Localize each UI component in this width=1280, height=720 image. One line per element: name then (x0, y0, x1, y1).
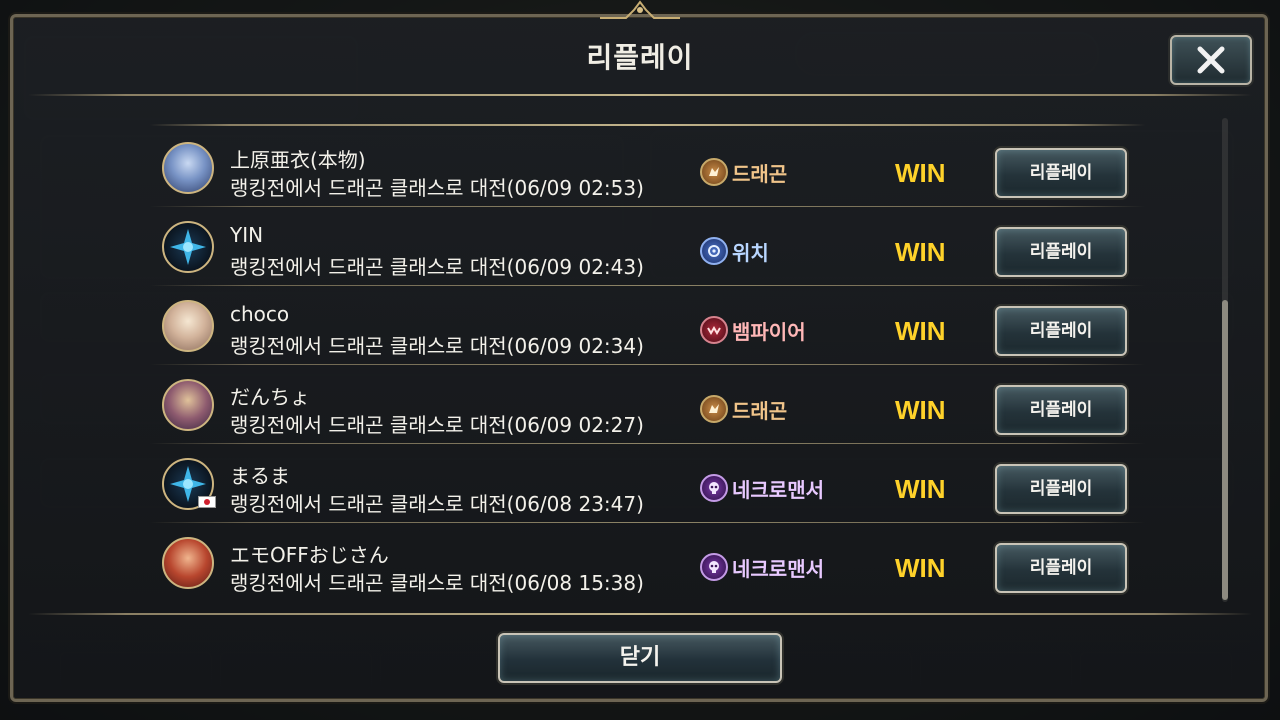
necromancer-class-icon (700, 474, 728, 502)
player-avatar (162, 537, 214, 589)
replay-row: choco 랭킹전에서 드래곤 클래스로 대전(06/09 02:34) 뱀파이… (150, 286, 1145, 365)
opponent-class: 네크로맨서 (700, 474, 824, 502)
class-label: 드래곤 (732, 398, 788, 423)
match-result: WIN (895, 474, 946, 504)
opponent-class: 네크로맨서 (700, 553, 824, 581)
replay-row: だんちょ 랭킹전에서 드래곤 클래스로 대전(06/09 02:27) 드래곤 … (150, 365, 1145, 444)
replay-row: まるま 랭킹전에서 드래곤 클래스로 대전(06/08 23:47) 네크로맨서… (150, 444, 1145, 523)
list-bottom-divider (28, 613, 1252, 615)
replay-button[interactable]: 리플레이 (995, 543, 1127, 593)
replay-list: 上原亜衣(本物) 랭킹전에서 드래곤 클래스로 대전(06/09 02:53) … (150, 120, 1145, 602)
close-x-icon (1197, 46, 1225, 74)
player-avatar (162, 142, 214, 194)
match-description: 랭킹전에서 드래곤 클래스로 대전(06/09 02:43) (230, 255, 644, 279)
replay-button[interactable]: 리플레이 (995, 306, 1127, 356)
match-result: WIN (895, 158, 946, 188)
japan-flag-icon (198, 496, 216, 508)
replay-row: YIN 랭킹전에서 드래곤 클래스로 대전(06/09 02:43) 위치 WI… (150, 207, 1145, 286)
opponent-class: 드래곤 (700, 158, 787, 186)
class-label: 뱀파이어 (732, 319, 806, 344)
player-avatar (162, 221, 214, 273)
class-label: 네크로맨서 (732, 477, 824, 502)
replay-row: エモOFFおじさん 랭킹전에서 드래곤 클래스로 대전(06/08 15:38)… (150, 523, 1145, 602)
close-button[interactable] (1170, 35, 1252, 85)
replay-button[interactable]: 리플레이 (995, 148, 1127, 198)
scrollbar-thumb[interactable] (1222, 300, 1228, 600)
match-result: WIN (895, 316, 946, 346)
witch-class-icon (700, 237, 728, 265)
opponent-class: 드래곤 (700, 395, 787, 423)
list-scrollbar[interactable] (1222, 118, 1228, 602)
player-name: choco (230, 302, 290, 326)
replay-button[interactable]: 리플레이 (995, 464, 1127, 514)
vampire-class-icon (700, 316, 728, 344)
match-description: 랭킹전에서 드래곤 클래스로 대전(06/09 02:27) (230, 413, 644, 437)
player-name: エモOFFおじさん (230, 543, 389, 567)
player-name: まるま (230, 464, 290, 488)
title-divider (28, 94, 1252, 96)
dragon-class-icon (700, 395, 728, 423)
match-description: 랭킹전에서 드래곤 클래스로 대전(06/08 23:47) (230, 492, 644, 516)
replay-row: 上原亜衣(本物) 랭킹전에서 드래곤 클래스로 대전(06/09 02:53) … (150, 128, 1145, 207)
opponent-class: 위치 (700, 237, 769, 265)
player-avatar (162, 379, 214, 431)
necromancer-class-icon (700, 553, 728, 581)
match-result: WIN (895, 395, 946, 425)
match-result: WIN (895, 553, 946, 583)
modal-title: 리플레이 (586, 41, 694, 74)
replay-button[interactable]: 리플레이 (995, 227, 1127, 277)
match-description: 랭킹전에서 드래곤 클래스로 대전(06/09 02:34) (230, 334, 644, 358)
opponent-class: 뱀파이어 (700, 316, 806, 344)
player-name: YIN (230, 223, 264, 247)
dragon-class-icon (700, 158, 728, 186)
match-description: 랭킹전에서 드래곤 클래스로 대전(06/08 15:38) (230, 571, 644, 595)
crest-ornament-icon (600, 0, 680, 19)
player-name: 上原亜衣(本物) (230, 148, 366, 172)
class-label: 네크로맨서 (732, 556, 824, 581)
match-description: 랭킹전에서 드래곤 클래스로 대전(06/09 02:53) (230, 176, 644, 200)
player-name: だんちょ (230, 385, 310, 409)
close-footer-button[interactable]: 닫기 (498, 633, 782, 683)
player-avatar (162, 300, 214, 352)
class-label: 드래곤 (732, 161, 788, 186)
replay-button[interactable]: 리플레이 (995, 385, 1127, 435)
match-result: WIN (895, 237, 946, 267)
class-label: 위치 (732, 240, 769, 265)
